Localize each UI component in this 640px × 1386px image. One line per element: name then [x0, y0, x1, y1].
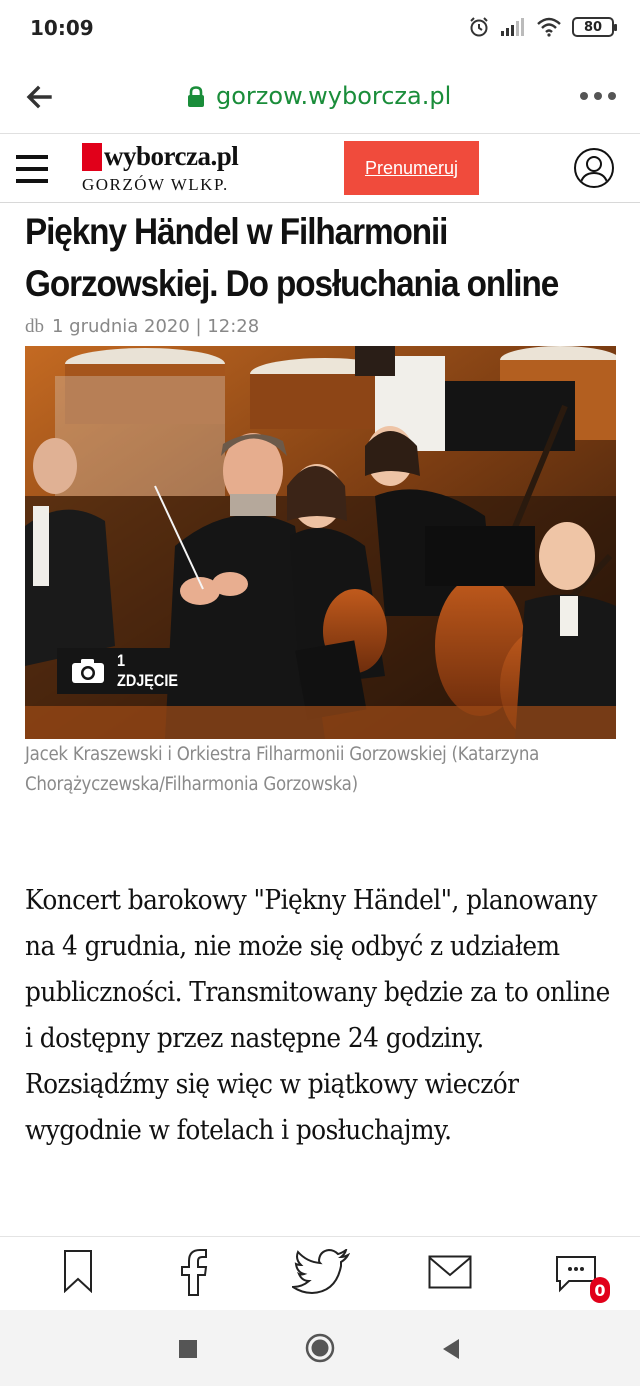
- logo-subtitle: GORZÓW WLKP.: [82, 175, 229, 194]
- status-icons: 80: [468, 16, 617, 38]
- site-header: wyborcza.pl GORZÓW WLKP. Prenumeruj: [0, 135, 640, 203]
- article-headline: Piękny Händel w Filharmonii Gorzowskiej.…: [25, 211, 559, 304]
- signal-icon: [500, 17, 526, 37]
- status-time: 10:09: [30, 16, 94, 40]
- article-byline: db 1 grudnia 2020 | 12:28: [25, 316, 259, 338]
- account-icon[interactable]: [574, 148, 614, 188]
- photo-count-badge[interactable]: 1 ZDJĘCIE: [57, 648, 197, 694]
- share-bar: 0: [0, 1236, 640, 1310]
- article-photo[interactable]: 1 ZDJĘCIE: [25, 346, 616, 739]
- battery-icon: 80: [572, 17, 617, 37]
- photo-caption: Jacek Kraszewski i Orkiestra Filharmonii…: [25, 744, 540, 795]
- article-author: db: [25, 316, 44, 337]
- article-lead: Koncert barokowy "Piękny Händel", planow…: [25, 885, 610, 1146]
- wifi-icon: [536, 17, 562, 37]
- back-arrow-icon[interactable]: [22, 80, 56, 114]
- facebook-icon[interactable]: [180, 1249, 208, 1297]
- url-text[interactable]: gorzow.wyborcza.pl: [216, 82, 451, 110]
- lock-icon: [186, 86, 206, 113]
- system-nav-bar: [0, 1310, 640, 1386]
- alarm-icon: [468, 16, 490, 38]
- subscribe-button[interactable]: Prenumeruj: [344, 141, 479, 195]
- twitter-icon[interactable]: [289, 1247, 351, 1297]
- bookmark-icon[interactable]: [63, 1249, 93, 1297]
- mail-icon[interactable]: [428, 1255, 472, 1303]
- menu-icon[interactable]: [16, 155, 48, 183]
- photo-count-label: 1 ZDJĘCIE: [117, 651, 179, 690]
- article-date: 1 grudnia 2020 | 12:28: [52, 316, 260, 337]
- more-icon[interactable]: [580, 92, 616, 100]
- home-icon[interactable]: [305, 1333, 335, 1368]
- browser-url-bar: gorzow.wyborcza.pl: [0, 58, 640, 134]
- logo-mark: [82, 143, 102, 171]
- back-icon[interactable]: [441, 1338, 461, 1365]
- status-bar: 10:09 80: [0, 0, 640, 58]
- comment-count-badge: 0: [590, 1277, 610, 1303]
- logo-title[interactable]: wyborcza.pl: [104, 141, 239, 172]
- camera-icon: [71, 658, 105, 684]
- recent-apps-icon[interactable]: [178, 1339, 198, 1364]
